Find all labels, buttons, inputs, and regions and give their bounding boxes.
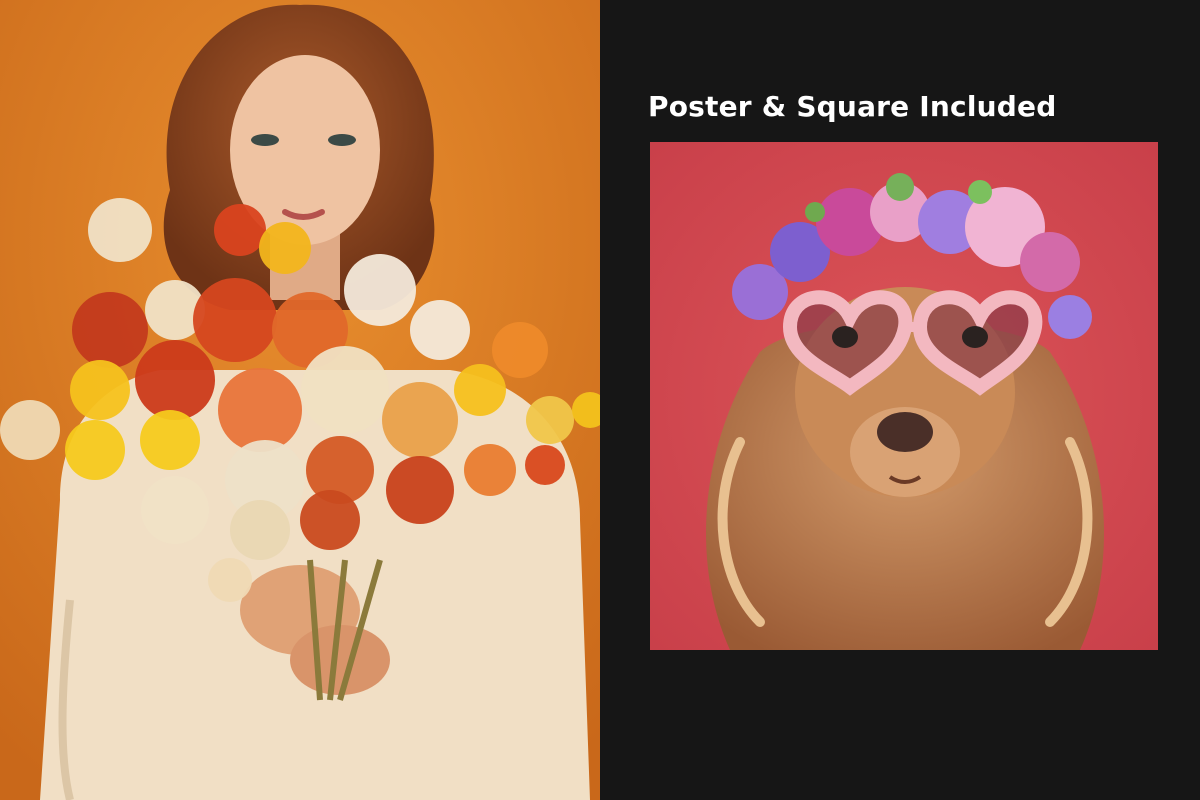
caption-title: Poster & Square Included: [648, 90, 1057, 123]
right-panel: Poster & Square Included: [600, 0, 1200, 800]
square-artwork: [650, 142, 1158, 650]
poster-artwork: [0, 0, 600, 800]
